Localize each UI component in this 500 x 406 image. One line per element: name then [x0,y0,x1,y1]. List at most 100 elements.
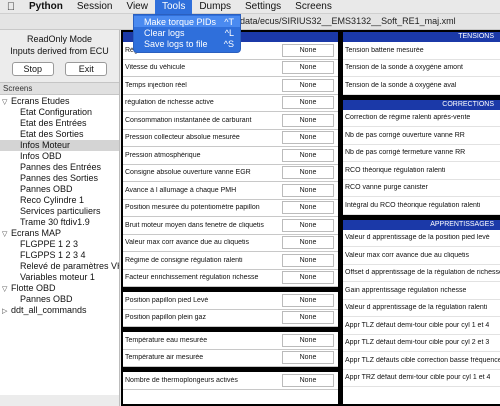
tree-item[interactable]: ▷ ddt_all_commands [0,305,119,316]
tree-item[interactable]: Trame 30 ftdiv1.9 [0,217,119,228]
expanded-triangle-icon[interactable]: ▽ [2,97,11,107]
tree-item[interactable]: Pannes OBD [0,184,119,195]
menu-item-clear-logs[interactable]: Clear logs ^L [134,27,240,38]
menu-screens[interactable]: Screens [288,0,339,14]
menu-item-shortcut: ^S [223,39,234,49]
parameter-row: Position mesurée du potentiomètre papill… [123,200,338,217]
measurement-label: Appr TRZ défaut demi-tour cible pour cyl… [345,374,491,382]
tree-item[interactable]: Pannes des Sorties [0,173,119,184]
menu-item-make-torque-pids[interactable]: Make torque PIDs ^T [134,16,240,27]
menu-view[interactable]: View [119,0,155,14]
parameter-value: None [282,78,334,92]
tree-item-label: Ecrans MAP [11,228,62,238]
menu-dumps[interactable]: Dumps [192,0,238,14]
measurement-row: Valeur d apprentissage de la régulation … [343,300,500,317]
parameter-label: Temps injection réel [125,81,187,89]
tree-item[interactable]: Variables moteur 1 [0,272,119,283]
measurement-row: Gain apprentissage régulation richesse [343,282,500,300]
measurement-label: Appr TLZ défaut demi-tour cible pour cyl… [345,321,490,329]
tree-item[interactable]: Relevé de paramètres VH [0,261,119,272]
apple-icon[interactable]:  [0,1,22,13]
measurement-row: RCO vanne purge canister [343,180,500,197]
mode-info: ReadOnly Mode Inputs derived from ECU [0,33,119,57]
tree-item-label: Infos OBD [20,151,62,161]
measurement-row: Valeur d apprentissage de la position pi… [343,230,500,247]
parameter-row: Consommation instantanée de carburant Non… [123,112,338,130]
menu-item-label: Clear logs [144,28,185,38]
parameter-row: Temps injection réel None [123,77,338,95]
parameter-row: Consigne absolue ouverture vanne EGR None [123,165,338,182]
parameter-label: Consigne absolue ouverture vanne EGR [125,169,251,177]
measurement-row: Valeur max corr avance due au cliquetis [343,247,500,265]
section-header-apprentissages: APPRENTISSAGES [343,219,500,230]
parameter-value: None [282,61,334,75]
parameter-label: Position mesurée du potentiomètre papill… [125,204,260,212]
tree-item-label: Pannes des Sorties [20,173,99,183]
tree-item[interactable]: ▽ Flotte OBD [0,283,119,294]
tree-item[interactable]: Infos Moteur [0,140,119,151]
tree-item[interactable]: Services particuliers [0,206,119,217]
parameter-value: None [282,311,334,325]
parameter-label: régulation de richesse active [125,99,214,107]
tree-item-label: Etat Configuration [20,107,93,117]
parameter-value: None [282,373,334,387]
main-panel: Régime moteurNoneVitesse du véhiculeNone… [121,30,500,406]
measurement-label: Tension de la sonde à oxygène aval [345,81,457,89]
parameter-row: Température air mesurée None [123,350,338,367]
tree-item[interactable]: FLGPPE 1 2 3 [0,239,119,250]
menu-item-save-logs[interactable]: Save logs to file ^S [134,38,240,49]
parameter-row: régulation de richesse active None [123,95,338,112]
measurement-label: RCO vanne purge canister [345,184,428,192]
exit-button[interactable]: Exit [65,62,108,76]
tree-item[interactable]: Pannes OBD [0,294,119,305]
menu-session[interactable]: Session [70,0,120,14]
section-header-corrections: CORRECTIONS [343,99,500,110]
parameter-row: Avance à l allumage à chaque PMH None [123,182,338,200]
measurement-label: Tension de la sonde à oxygène amont [345,64,463,72]
expanded-triangle-icon[interactable]: ▽ [2,284,11,294]
tree-item-label: Flotte OBD [11,283,56,293]
measurement-row: Appr TRZ défaut demi-tour cible pour cyl… [343,370,500,387]
tree-item[interactable]: Pannes des Entrées [0,162,119,173]
parameter-label: Bruit moteur moyen dans fenetre de cliqu… [125,221,264,229]
tree-item[interactable]: Reco Cylindre 1 [0,195,119,206]
tree-item[interactable]: FLGPPS 1 2 3 4 [0,250,119,261]
tree-item-label: FLGPPS 1 2 3 4 [20,250,86,260]
parameter-label: Pression collecteur absolue mesurée [125,134,240,142]
measurement-label: Nb de pas corrigé ouverture vanne RR [345,131,465,139]
parameter-value: None [282,351,334,365]
parameter-row: Vitesse du véhicule None [123,60,338,77]
expanded-triangle-icon[interactable]: ▽ [2,229,11,239]
section-header-tensions: TENSIONS [343,32,500,42]
stop-button[interactable]: Stop [11,62,54,76]
tree-item-label: Reco Cylindre 1 [20,195,85,205]
tree-item-label: Infos Moteur [20,140,71,150]
menu-item-label: Save logs to file [144,39,208,49]
measurement-row: Tension de la sonde à oxygène aval [343,77,500,95]
parameter-label: Facteur enrichissement régulation riches… [125,274,259,282]
measurement-row: Nb de pas corrigé ouverture vanne RR [343,127,500,145]
parameter-label: Consommation instantanée de carburant [125,116,252,124]
parameter-value: None [282,131,334,145]
parameters-column: Régime moteurNoneVitesse du véhiculeNone… [123,32,338,404]
parameter-value: None [282,43,334,57]
parameter-row: Nombre de thermoplongeurs activés None [123,372,338,390]
tree-item[interactable]: Etat des Entrées [0,118,119,129]
tree-item[interactable]: Etat des Sorties [0,129,119,140]
parameter-value: None [282,113,334,127]
tree-item[interactable]: Infos OBD [0,151,119,162]
collapsed-triangle-icon[interactable]: ▷ [2,306,11,316]
menu-app[interactable]: Python [22,0,70,14]
tree-item[interactable]: Etat Configuration [0,107,119,118]
menu-settings[interactable]: Settings [238,0,288,14]
parameter-label: Vitesse du véhicule [125,64,186,72]
parameter-value: None [282,166,334,180]
tree-item[interactable]: ▽ Ecrans MAP [0,228,119,239]
menu-tools[interactable]: Tools [154,0,193,14]
measurement-row: Appr TLZ défaut demi-tour cible pour cyl… [343,335,500,352]
measurement-label: Gain apprentissage régulation richesse [345,286,467,294]
menu-item-label: Make torque PIDs [144,17,217,27]
parameter-value: None [282,218,334,232]
tree-item[interactable]: ▽ Ecrans Etudes [0,96,119,107]
parameter-value: None [282,148,334,162]
